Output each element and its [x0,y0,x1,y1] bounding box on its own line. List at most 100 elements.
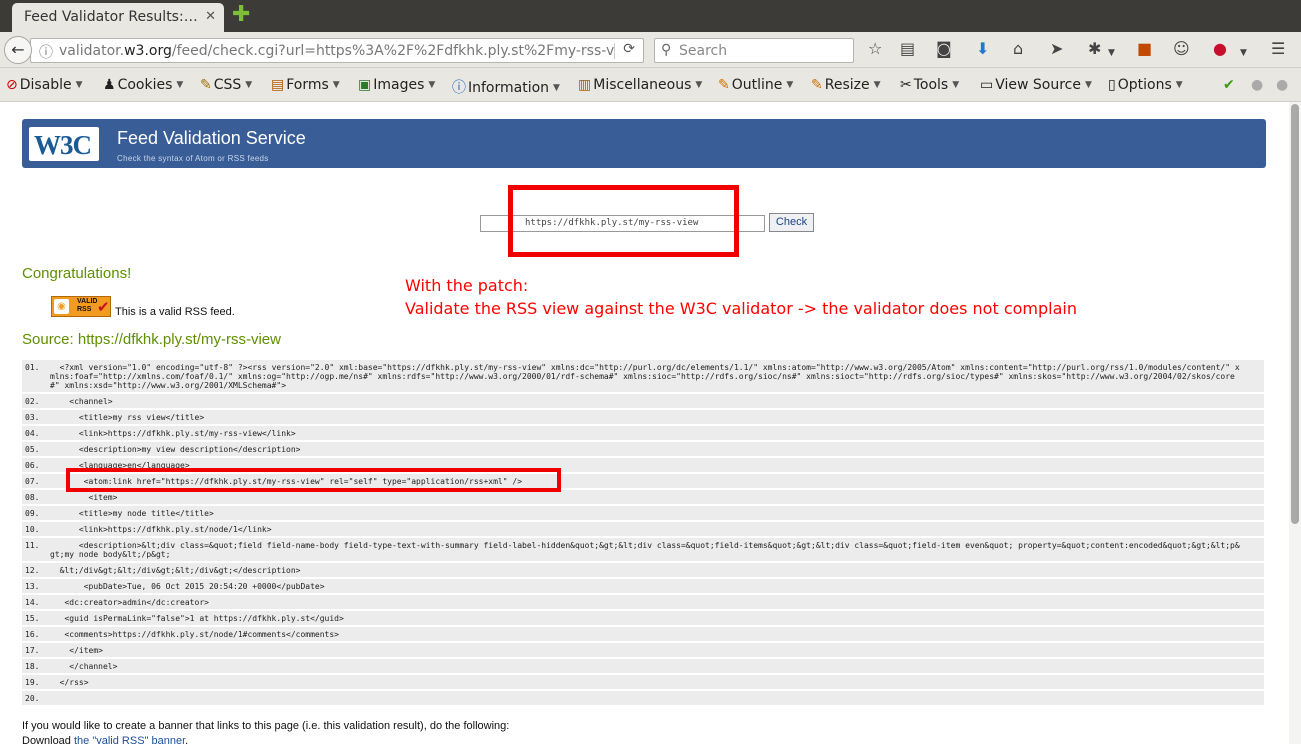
chevron-down-icon: ▼ [786,80,794,90]
code-line: <link>https://dfkhk.ply.st/node/1</link> [50,525,272,534]
chevron-down-icon: ▼ [245,80,253,90]
devbar-view-source[interactable]: ▭ View Source ▼ [980,77,1092,93]
devbar-miscellaneous[interactable]: ▥ Miscellaneous ▼ [578,77,702,93]
scrollbar-thumb[interactable] [1291,104,1299,524]
chevron-down-icon[interactable]: ▼ [1240,44,1247,62]
code-row: 20. [22,691,1264,705]
valid-rss-banner-link[interactable]: the "valid RSS" banner [74,735,185,744]
page-content: W3C Feed Validation Service Check the sy… [0,102,1289,744]
valid-rss-badge: ◉ VALID RSS ✔ [51,296,111,317]
annotation-line-2: Validate the RSS view against the W3C va… [405,299,1077,318]
line-number: 05. [25,445,40,454]
devbar-outline[interactable]: ✎ Outline ▼ [718,77,793,93]
reading-list-icon[interactable]: ▤ [900,40,915,58]
line-number: 20. [25,694,40,703]
code-row: 14. <dc:creator>admin</dc:creator> [22,595,1264,609]
check-button[interactable]: Check [769,213,814,232]
misc-icon: ▥ [578,77,592,93]
code-row: 10. <link>https://dfkhk.ply.st/node/1</l… [22,522,1264,536]
rss-icon: ◉ [54,299,69,314]
code-line: <title>my node title</title> [50,509,214,518]
devbar-label: Resize [824,77,870,93]
vertical-scrollbar[interactable] [1289,102,1301,744]
line-number: 16. [25,630,40,639]
adblock-icon[interactable]: ● [1213,40,1227,58]
devbar-label: Images [373,77,425,93]
url-path: /feed/check.cgi?url=https%3A%2F%2Fdfkhk.… [171,43,615,59]
new-tab-icon[interactable]: ✚ [232,4,250,26]
line-number: 14. [25,598,40,607]
tab-title: Feed Validator Results:… [24,9,198,25]
close-icon[interactable]: ✕ [205,9,216,24]
line-number: 06. [25,461,40,470]
search-input[interactable]: Search [679,43,727,59]
code-row: 17. </item> [22,643,1264,657]
annotation-highlight-input [508,185,739,257]
circle-icon[interactable]: ● [1251,77,1263,93]
devbar-information[interactable]: ⓘ Information ▼ [452,77,560,97]
line-number: 10. [25,525,40,534]
code-row: 04. <link>https://dfkhk.ply.st/my-rss-vi… [22,426,1264,440]
line-number: 07. [25,477,40,486]
url-prefix: validator. [59,43,125,59]
code-line: <channel> [50,397,113,406]
devbar-label: View Source [995,77,1081,93]
download-icon[interactable]: ⬇ [976,40,989,58]
code-line: <comments>https://dfkhk.ply.st/node/1#co… [50,630,339,639]
menu-icon[interactable]: ☰ [1271,40,1285,58]
devbar-resize[interactable]: ✎ Resize ▼ [811,77,881,93]
devbar-disable[interactable]: ⊘ Disable ▼ [6,77,83,93]
code-row: 15. <guid isPermaLink="false">1 at https… [22,611,1264,625]
devbar-cookies[interactable]: ♟ Cookies ▼ [103,77,183,93]
line-number: 04. [25,429,40,438]
devbar-images[interactable]: ▣ Images ▼ [358,77,435,93]
globe-icon: ⓘ [39,45,53,61]
url-bar[interactable]: ⓘ validator.w3.org/feed/check.cgi?url=ht… [30,38,644,63]
chevron-down-icon: ▼ [952,80,960,90]
circle-icon[interactable]: ● [1276,77,1288,93]
chevron-down-icon[interactable]: ▼ [1108,44,1115,62]
line-number: 15. [25,614,40,623]
check-icon: ✔ [97,298,110,316]
devbar-label: Options [1117,77,1172,93]
devbar-options[interactable]: ▯ Options ▼ [1108,77,1183,93]
devbar-label: Cookies [117,77,173,93]
line-number: 03. [25,413,40,422]
bookmark-star-icon[interactable]: ☆ [868,40,882,58]
home-icon[interactable]: ⌂ [1013,40,1023,58]
pocket-icon[interactable]: ◙ [936,40,952,58]
code-line: <title>my rss view</title> [50,413,205,422]
line-number: 13. [25,582,40,591]
devbar-tools[interactable]: ✂ Tools ▼ [900,77,959,93]
url-text[interactable]: validator.w3.org/feed/check.cgi?url=http… [59,43,619,59]
options-icon: ▯ [1108,77,1116,93]
firebug-icon[interactable]: ✱ [1088,40,1101,58]
devbar-forms[interactable]: ▤ Forms ▼ [271,77,340,93]
chat-icon[interactable]: ☺ [1173,40,1190,58]
send-icon[interactable]: ➤ [1050,40,1063,58]
devbar-css[interactable]: ✎ CSS ▼ [200,77,252,93]
search-bar[interactable]: ⚲ Search [654,38,854,63]
code-line: <?xml version="1.0" encoding="utf-8" ?><… [50,363,1240,390]
line-number: 08. [25,493,40,502]
banner-instructions: If you would like to create a banner tha… [22,719,509,744]
code-row: 05. <description>my view description</de… [22,442,1264,456]
code-line: <link>https://dfkhk.ply.st/my-rss-view</… [50,429,296,438]
addon-icon[interactable]: ■ [1137,40,1152,58]
code-line: </rss> [50,678,89,687]
resize-icon: ✎ [811,77,823,93]
line-number: 19. [25,678,40,687]
code-row: 19. </rss> [22,675,1264,689]
tools-icon: ✂ [900,77,912,93]
source-heading: Source: https://dfkhk.ply.st/my-rss-view [22,331,281,348]
footer-download-text: Download [22,735,74,744]
reload-icon[interactable]: ⟳ [623,41,635,57]
chevron-down-icon: ▼ [1085,80,1092,90]
browser-tab[interactable]: Feed Validator Results:… ✕ [12,3,224,32]
w3c-logo[interactable]: W3C [29,127,99,161]
checkmark-icon[interactable]: ✔ [1223,77,1235,93]
cookie-icon: ♟ [103,77,116,93]
web-developer-toolbar: ⊘ Disable ▼ ♟ Cookies ▼ ✎ CSS ▼ ▤ Forms ▼ ▣ Image… [0,68,1301,102]
back-button[interactable]: ← [4,36,32,64]
chevron-down-icon: ▼ [695,80,703,90]
